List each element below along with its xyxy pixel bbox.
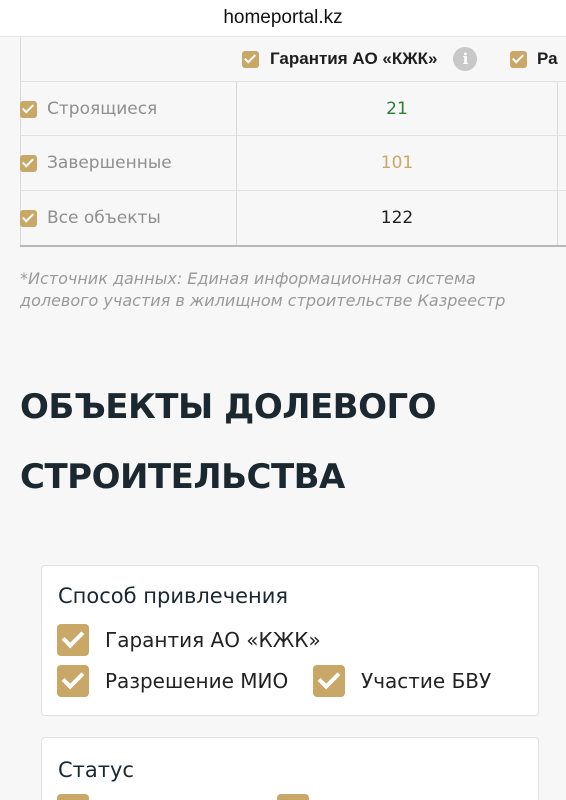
option-label: Гарантия АО «КЖК»	[105, 628, 321, 652]
checkbox-icon[interactable]	[57, 794, 89, 800]
url-text: homeportal.kz	[223, 7, 343, 28]
option-kzhk[interactable]: Гарантия АО «КЖК»	[57, 624, 321, 656]
column-header-mio[interactable]: Ра	[510, 37, 558, 81]
stats-table: Гарантия АО «КЖК» i Ра Строящиеся 21 Зав…	[20, 37, 566, 247]
table-bottom-border	[20, 245, 566, 247]
row-label: Завершенные	[47, 153, 172, 173]
table-row[interactable]: Завершенные	[20, 136, 172, 190]
checkbox-icon[interactable]	[20, 100, 37, 118]
checkbox-icon[interactable]	[20, 154, 37, 172]
option-label: Участие БВУ	[361, 669, 492, 693]
checkbox-icon[interactable]	[510, 50, 527, 68]
option-bvu[interactable]: Участие БВУ	[313, 665, 491, 697]
row-label: Все объекты	[47, 208, 161, 228]
section-title-line: ОБЪЕКТЫ ДОЛЕВОГО	[20, 387, 437, 427]
row-label: Строящиеся	[47, 99, 158, 119]
row-value: 122	[380, 208, 414, 228]
browser-url-bar[interactable]: homeportal.kz	[0, 0, 566, 37]
info-icon[interactable]: i	[453, 47, 478, 71]
column-header-label: Ра	[537, 49, 558, 68]
table-divider	[557, 81, 558, 246]
checkbox-icon[interactable]	[313, 665, 345, 697]
checkbox-icon[interactable]	[57, 665, 89, 697]
row-value: 21	[386, 99, 408, 119]
checkbox-icon[interactable]	[242, 50, 259, 68]
filter-card-title: Способ привлечения	[58, 584, 289, 608]
source-note: *Источник данных: Единая информационная …	[20, 269, 506, 310]
filter-card-method: Способ привлечения Гарантия АО «КЖК» Раз…	[41, 565, 539, 716]
filter-card-title: Статус	[58, 758, 134, 782]
column-header-label: Гарантия АО «КЖК»	[270, 49, 438, 68]
table-row[interactable]: Все объекты	[20, 191, 161, 245]
column-header-kzhk[interactable]: Гарантия АО «КЖК» i	[242, 37, 478, 81]
option-mio[interactable]: Разрешение МИО	[57, 665, 288, 697]
checkbox-icon[interactable]	[277, 794, 309, 800]
section-title: ОБЪЕКТЫ ДОЛЕВОГО СТРОИТЕЛЬСТВА	[20, 372, 550, 512]
page: homeportal.kz Гарантия АО «КЖК» i Ра Стр…	[0, 0, 566, 800]
row-value: 101	[380, 153, 414, 173]
section-title-line: СТРОИТЕЛЬСТВА	[20, 457, 345, 497]
table-row[interactable]: Строящиеся	[20, 82, 157, 136]
filter-card-status: Статус	[41, 737, 539, 800]
checkbox-icon[interactable]	[20, 209, 37, 227]
option-label: Разрешение МИО	[105, 669, 289, 693]
checkbox-icon[interactable]	[57, 624, 89, 656]
